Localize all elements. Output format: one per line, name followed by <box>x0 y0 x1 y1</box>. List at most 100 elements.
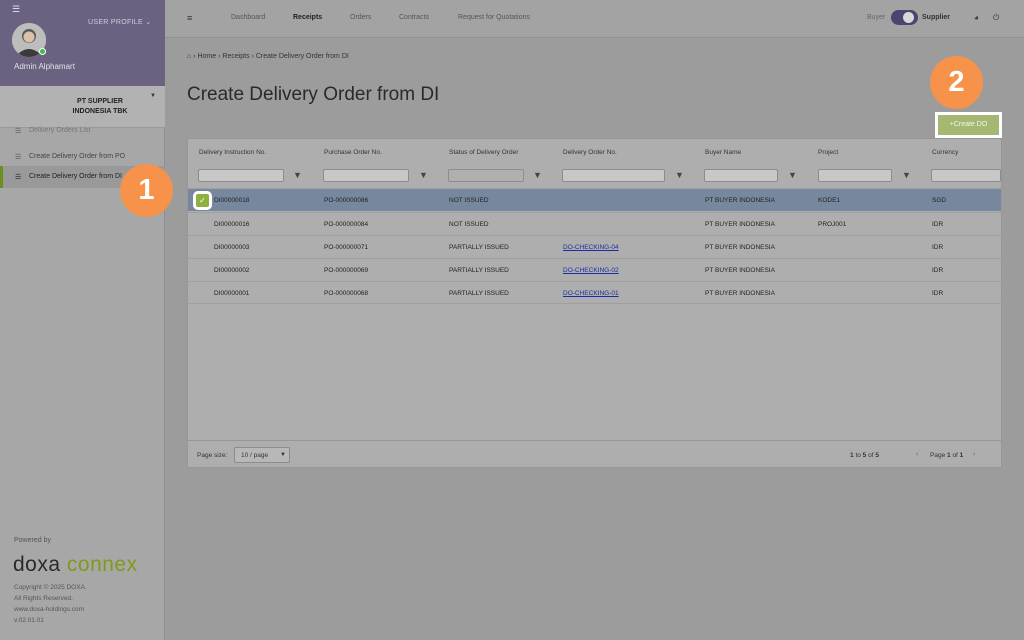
page-indicator: Page 1 of 1 <box>930 452 963 459</box>
pagination-bar: Page size: 10 / page ▼ 1 to 5 of 5 ‹ Pag… <box>188 440 1001 468</box>
sidebar-item-delivery-orders-list[interactable]: ☰ Delivery Orders List <box>0 125 165 139</box>
page-current: 1 <box>947 452 951 459</box>
cell-status: PARTIALLY ISSUED <box>449 244 509 251</box>
cell-po-no: PO-000000084 <box>324 221 369 228</box>
logo-text-connex: connex <box>66 553 138 576</box>
cell-di-no: DI00000003 <box>214 244 250 251</box>
list-icon: ☰ <box>15 128 22 135</box>
page-total: 1 <box>959 452 964 459</box>
sidebar-header: ☰ USER PROFILE ⌄ Admin Alphamart <box>0 0 165 86</box>
nav-contracts[interactable]: Contracts <box>399 14 429 21</box>
filter-input-delivery-order-no[interactable] <box>562 169 665 182</box>
cell-buyer-name: PT BUYER INDONESIA <box>705 267 775 274</box>
filter-icon[interactable]: ▼ <box>788 170 797 180</box>
nav-dashboard[interactable]: Dashboard <box>231 14 265 21</box>
sidebar-item-label: Create Delivery Order from DI <box>29 173 122 180</box>
nav-request-for-quotations[interactable]: Request for Quotations <box>458 14 530 21</box>
cell-po-no: PO-000000068 <box>324 290 369 297</box>
range-start: 1 <box>850 452 854 459</box>
table-row[interactable]: DI00000003 PO-000000071 PARTIALLY ISSUED… <box>188 235 1001 258</box>
cell-buyer-name: PT BUYER INDONESIA <box>705 197 775 204</box>
row-checkbox-checked[interactable]: ✓ <box>193 191 212 210</box>
rights-text: All Rights Reserved. <box>14 595 73 602</box>
column-header-status[interactable]: Status of Delivery Order <box>449 149 518 156</box>
cell-currency: IDR <box>932 244 944 251</box>
filter-input-currency[interactable] <box>931 169 1001 182</box>
breadcrumb-home[interactable]: Home <box>197 53 216 60</box>
cell-currency: IDR <box>932 267 944 274</box>
range-end: 5 <box>862 452 867 459</box>
step-1-callout: 1 <box>120 164 173 217</box>
cell-status: NOT ISSUED <box>449 221 489 228</box>
chevron-down-icon: ▼ <box>150 93 156 99</box>
create-do-button[interactable]: +Create DO <box>935 112 1002 138</box>
user-profile-dropdown[interactable]: USER PROFILE ⌄ <box>88 18 151 26</box>
version-text: v.02.01.01 <box>14 617 44 624</box>
sidebar-item-label: Create Delivery Order from PO <box>29 153 126 160</box>
page-size-label: Page size: <box>197 452 228 459</box>
company-name: PT SUPPLIER INDONESIA TBK <box>72 98 128 115</box>
filter-icon[interactable]: ▼ <box>533 170 542 180</box>
cell-po-no: PO-000000071 <box>324 244 369 251</box>
range-total: 5 <box>875 452 879 459</box>
company-selector[interactable]: PT SUPPLIER INDONESIA TBK ▼ <box>0 86 165 128</box>
filter-input-purchase-order-no[interactable] <box>323 169 409 182</box>
cell-currency: SGD <box>932 197 947 204</box>
sidebar: ☰ USER PROFILE ⌄ Admin Alphamart PT SUPP… <box>0 0 165 640</box>
table-row[interactable]: DI00000001 PO-000000068 PARTIALLY ISSUED… <box>188 281 1001 304</box>
filter-input-project[interactable] <box>818 169 892 182</box>
doxa-connex-logo: doxa connex <box>13 553 138 577</box>
column-header-currency[interactable]: Currency <box>932 149 958 156</box>
cell-project: PROJ001 <box>818 221 847 228</box>
list-icon: ☰ <box>15 154 22 161</box>
column-header-delivery-order-no[interactable]: Delivery Order No. <box>563 149 617 156</box>
range-to-word: to <box>855 452 861 459</box>
breadcrumb-current: Create Delivery Order from DI <box>255 53 349 60</box>
cell-do-link[interactable]: DO-CHECKING-01 <box>563 290 619 297</box>
cell-do-link[interactable]: DO-CHECKING-02 <box>563 267 619 274</box>
website-link[interactable]: www.doxa-holdings.com <box>14 606 84 613</box>
cell-di-no: DI00000016 <box>214 221 250 228</box>
menu-toggle-icon[interactable]: ≡ <box>187 13 192 23</box>
powered-by-label: Powered by <box>14 537 51 544</box>
cell-di-no: DI00000002 <box>214 267 250 274</box>
nav-receipts[interactable]: Receipts <box>293 14 322 21</box>
column-header-delivery-instruction-no[interactable]: Delivery Instruction No. <box>199 149 266 156</box>
table-row[interactable]: DI00000016 PO-000000084 NOT ISSUED PT BU… <box>188 212 1001 235</box>
filter-icon[interactable]: ▼ <box>675 170 684 180</box>
caret-down-icon: ▼ <box>280 452 286 458</box>
page-size-select[interactable]: 10 / page ▼ <box>234 447 290 463</box>
column-header-purchase-order-no[interactable]: Purchase Order No. <box>324 149 382 156</box>
filter-input-status[interactable] <box>448 169 524 182</box>
cell-buyer-name: PT BUYER INDONESIA <box>705 290 775 297</box>
table-row[interactable]: DI00000002 PO-000000069 PARTIALLY ISSUED… <box>188 258 1001 281</box>
breadcrumb-receipts[interactable]: Receipts <box>222 53 249 60</box>
column-header-project[interactable]: Project <box>818 149 838 156</box>
filter-input-buyer-name[interactable] <box>704 169 778 182</box>
top-navbar: ≡ Dashboard Receipts Orders Contracts Re… <box>165 0 1024 38</box>
cell-currency: IDR <box>932 290 944 297</box>
globe-icon[interactable]: ◕ <box>974 13 979 22</box>
hamburger-icon[interactable]: ☰ <box>12 4 20 15</box>
home-icon[interactable]: ⌂ <box>187 53 191 60</box>
power-icon[interactable]: ⏻ <box>993 13 999 23</box>
filter-icon[interactable]: ▼ <box>293 170 302 180</box>
next-page-icon[interactable]: › <box>973 451 975 458</box>
nav-orders[interactable]: Orders <box>350 14 371 21</box>
column-header-buyer-name[interactable]: Buyer Name <box>705 149 741 156</box>
role-buyer-label: Buyer <box>867 14 886 21</box>
logo-text-doxa: doxa <box>13 553 61 576</box>
filter-input-delivery-instruction-no[interactable] <box>198 169 284 182</box>
range-of-word: of <box>868 452 874 459</box>
filter-icon[interactable]: ▼ <box>902 170 911 180</box>
page-size-value: 10 / page <box>241 452 269 459</box>
cell-do-link[interactable]: DO-CHECKING-04 <box>563 244 619 251</box>
user-name: Admin Alphamart <box>14 62 75 71</box>
filter-icon[interactable]: ▼ <box>419 170 428 180</box>
role-supplier-label: Supplier <box>922 14 951 21</box>
table-row[interactable]: ✓ DI00000018 PO-000000086 NOT ISSUED PT … <box>188 188 1001 211</box>
role-toggle-knob <box>903 12 914 23</box>
sidebar-item-label: Delivery Orders List <box>29 127 91 134</box>
cell-status: PARTIALLY ISSUED <box>449 290 509 297</box>
previous-page-icon[interactable]: ‹ <box>916 451 918 458</box>
